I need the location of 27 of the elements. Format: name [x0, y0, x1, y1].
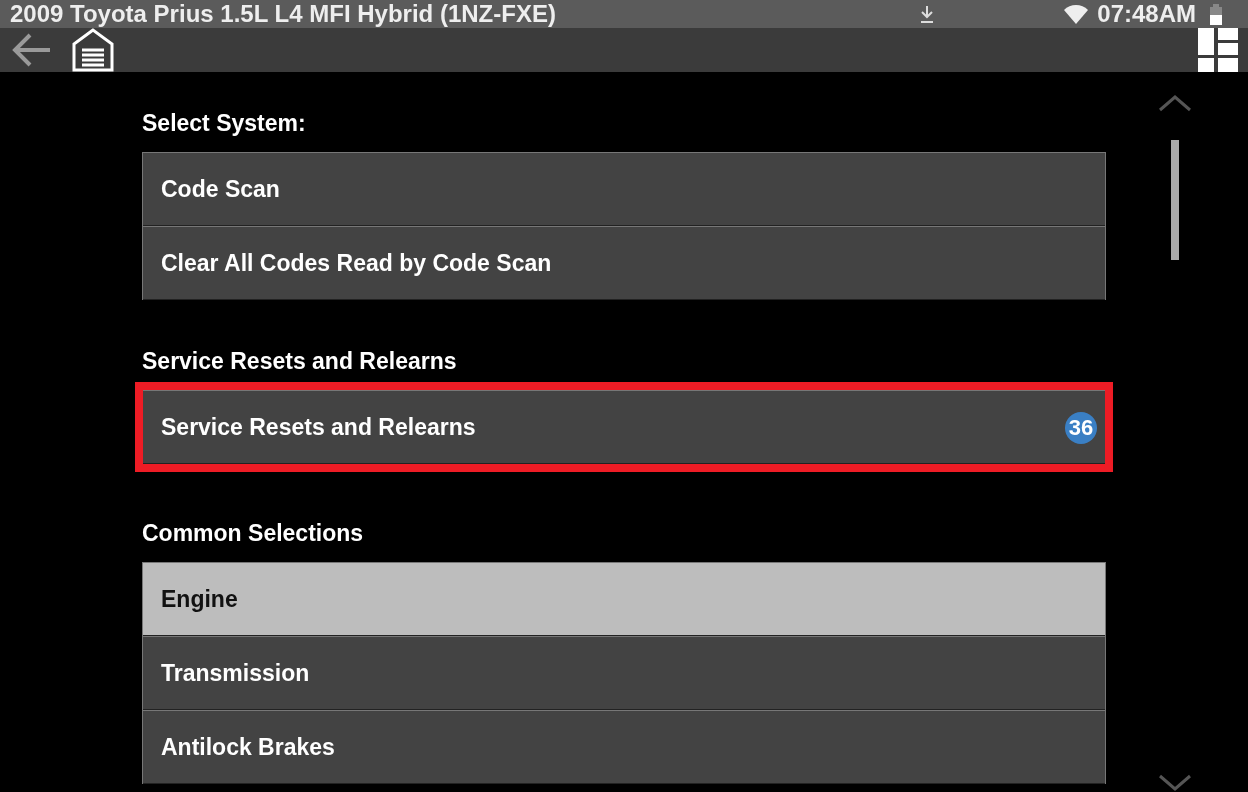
- wifi-icon: [1063, 3, 1090, 25]
- battery-icon: [1210, 3, 1222, 25]
- section-heading: Common Selections: [142, 520, 365, 548]
- garage-icon[interactable]: [72, 28, 114, 72]
- section-heading: Service Resets and Relearns: [142, 348, 458, 376]
- item-label: Antilock Brakes: [161, 734, 335, 761]
- scrollbar-thumb[interactable]: [1171, 140, 1179, 260]
- item-label: Engine: [161, 586, 238, 613]
- menu-item[interactable]: Transmission: [143, 636, 1105, 710]
- menu-item[interactable]: Service Resets and Relearns 36: [143, 390, 1105, 464]
- item-label: Code Scan: [161, 176, 280, 203]
- menu-item[interactable]: Antilock Brakes: [143, 710, 1105, 784]
- item-label: Service Resets and Relearns: [161, 414, 476, 441]
- layout-grid-icon[interactable]: [1198, 28, 1238, 72]
- vehicle-title: 2009 Toyota Prius 1.5L L4 MFI Hybrid (1NZ-FXE): [10, 0, 557, 28]
- scroll-up-icon[interactable]: [1158, 94, 1192, 112]
- section-heading: Select System:: [142, 110, 307, 138]
- menu-item[interactable]: Clear All Codes Read by Code Scan: [143, 226, 1105, 300]
- download-icon: [919, 4, 936, 24]
- back-arrow-icon[interactable]: [12, 32, 52, 68]
- count-badge: 36: [1065, 411, 1097, 444]
- menu-item[interactable]: Code Scan: [143, 152, 1105, 226]
- item-label: Transmission: [161, 660, 310, 687]
- scroll-down-icon[interactable]: [1158, 774, 1192, 792]
- clock-time: 07:48AM: [1097, 0, 1196, 28]
- menu-item[interactable]: Engine: [143, 562, 1105, 636]
- item-label: Clear All Codes Read by Code Scan: [161, 250, 552, 277]
